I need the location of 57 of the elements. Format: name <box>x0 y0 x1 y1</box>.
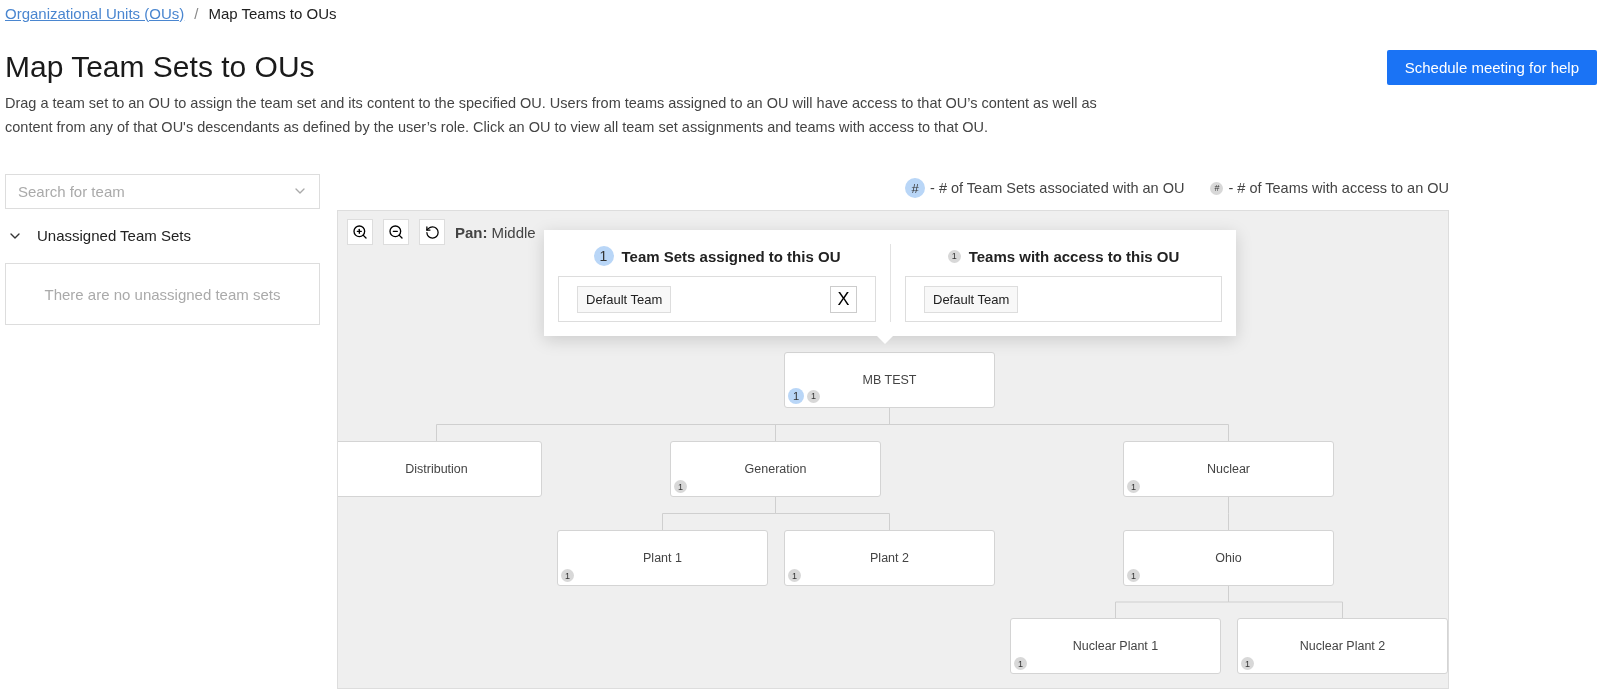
teams-count-badge: 1 <box>1127 480 1140 493</box>
ou-node[interactable]: Plant 1 1 <box>557 530 768 586</box>
zoom-in-icon <box>352 224 368 240</box>
ou-node[interactable]: Plant 2 1 <box>784 530 995 586</box>
hint-text: Middle <box>491 223 536 241</box>
ou-label: Distribution <box>405 462 468 476</box>
teams-count-badge: 1 <box>1127 569 1140 582</box>
ou-node[interactable]: Nuclear Plant 1 1 <box>1010 618 1221 674</box>
ou-label: Generation <box>744 462 807 476</box>
empty-message: There are no unassigned team sets <box>5 263 320 325</box>
ou-label: Nuclear Plant 2 <box>1299 639 1386 653</box>
ou-label: MB TEST <box>862 373 917 387</box>
count-badge: # <box>1210 181 1224 195</box>
connector-line <box>1228 496 1229 531</box>
ou-node[interactable]: Distribution <box>338 441 542 497</box>
zoom-out-button[interactable] <box>383 219 409 245</box>
ou-node[interactable]: Generation 1 <box>670 441 881 497</box>
legend-text: - # of Teams with access to an OU <box>1228 180 1449 196</box>
teams-count-badge: 1 <box>807 389 820 403</box>
ou-label: Nuclear Plant 1 <box>1072 639 1159 653</box>
ou-node[interactable]: MB TEST 1 1 <box>784 352 995 408</box>
legend-text: - # of Team Sets associated with an OU <box>930 180 1185 196</box>
search-field[interactable]: Search for team <box>5 174 320 209</box>
zoom-in-button[interactable] <box>347 219 373 245</box>
schedule-help-button[interactable]: Schedule meeting for help <box>1386 50 1597 85</box>
remove-button[interactable]: X <box>830 285 857 313</box>
teams-count-badge: 1 <box>561 569 574 582</box>
team-chip: Default Team <box>577 285 672 313</box>
zoom-out-icon <box>388 224 404 240</box>
reset-button[interactable] <box>419 219 445 245</box>
popup-title: Team Sets assigned to this OU <box>621 247 841 265</box>
popup-pointer <box>877 336 893 344</box>
ou-label: Plant 1 <box>643 551 682 565</box>
breadcrumb-current: Map Teams to OUs <box>208 4 337 22</box>
ou-node[interactable]: Ohio 1 <box>1123 530 1334 586</box>
page-description: Drag a team set to an OU to assign the team set and its content to the specified OU. Users from teams assigned to an OU will have access to that OU’s content as well as content from any of that OU's descendants as defined by the user’s role. Click an OU to view all team set assignments and teams with access to that OU. <box>5 94 1098 137</box>
section-heading: Unassigned Team Sets <box>37 227 191 244</box>
rotate-icon <box>424 224 440 240</box>
teams-count-badge: 1 <box>788 569 801 582</box>
ou-label: Ohio <box>1215 551 1242 565</box>
hint-label: Pan: <box>455 223 488 241</box>
ou-label: Plant 2 <box>870 551 909 565</box>
count-badge: 1 <box>947 249 961 263</box>
page-title: Map Team Sets to OUs <box>5 50 315 84</box>
count-badge: 1 <box>593 246 614 266</box>
teams-count-badge: 1 <box>1241 657 1254 670</box>
ou-label: Nuclear <box>1206 462 1251 476</box>
teams-count-badge: 1 <box>674 480 687 493</box>
ou-node[interactable]: Nuclear 1 <box>1123 441 1334 497</box>
ou-node[interactable]: Nuclear Plant 2 1 <box>1237 618 1448 674</box>
team-sets-count-badge: 1 <box>788 388 804 404</box>
breadcrumb-link[interactable]: Organizational Units (OUs) <box>5 4 185 22</box>
popup-title: Teams with access to this OU <box>968 247 1180 265</box>
count-badge: # <box>905 178 926 198</box>
team-chip: Default Team <box>924 285 1019 313</box>
teams-count-badge: 1 <box>1014 657 1027 670</box>
breadcrumb-separator: / <box>194 4 199 22</box>
